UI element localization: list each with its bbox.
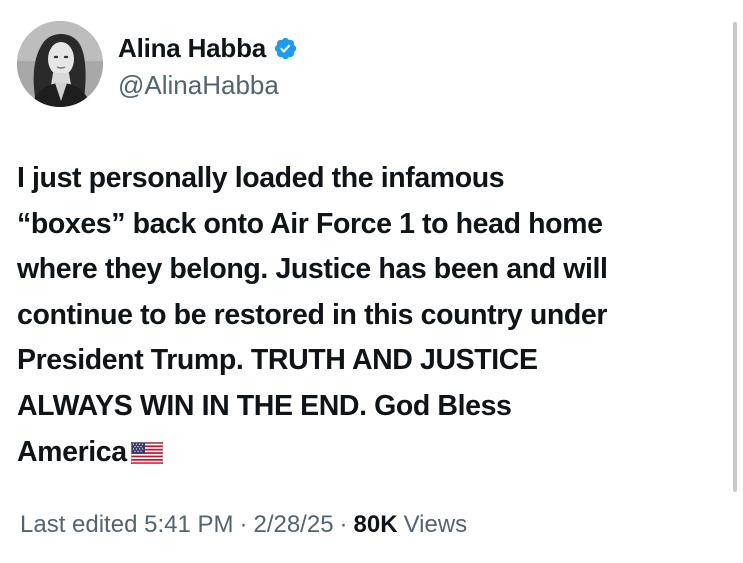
avatar-photo — [17, 21, 103, 107]
post-text-line: continue to be restored in this country … — [17, 298, 608, 331]
post-text: I just personally loaded the infamous “b… — [17, 156, 729, 478]
post-text-line: President Trump. TRUTH AND JUSTICE — [17, 344, 538, 377]
post-card: Alina Habba @AlinaHabba I just personall… — [0, 0, 743, 563]
avatar[interactable] — [17, 21, 103, 107]
author-display-name[interactable]: Alina Habba — [118, 33, 266, 64]
post-date[interactable]: 2/28/25 — [253, 511, 333, 539]
post-text-last-line: America — [17, 430, 729, 479]
scrollbar[interactable] — [733, 22, 737, 492]
author-name-row: Alina Habba — [118, 30, 298, 66]
verified-badge-icon[interactable] — [273, 36, 298, 61]
post-text-line: “boxes” back onto Air Force 1 to head ho… — [17, 207, 603, 240]
post-text-line: America — [17, 435, 127, 468]
post-text-line: where they belong. Justice has been and … — [17, 253, 608, 286]
views-count: 80K — [353, 511, 398, 538]
post-text-line: ALWAYS WIN IN THE END. God Bless — [17, 389, 512, 422]
meta-separator: · — [339, 511, 348, 538]
post-text-line: I just personally loaded the infamous — [17, 162, 505, 194]
views-label: Views — [403, 511, 468, 538]
post-metadata: Last edited 5:41 PM · 2/28/25 · 80K View… — [20, 511, 467, 539]
last-edited-link[interactable]: Last edited 5:41 PM — [20, 511, 233, 539]
us-flag-icon — [130, 433, 163, 479]
author-handle[interactable]: @AlinaHabba — [118, 70, 279, 101]
meta-separator: · — [239, 511, 248, 538]
